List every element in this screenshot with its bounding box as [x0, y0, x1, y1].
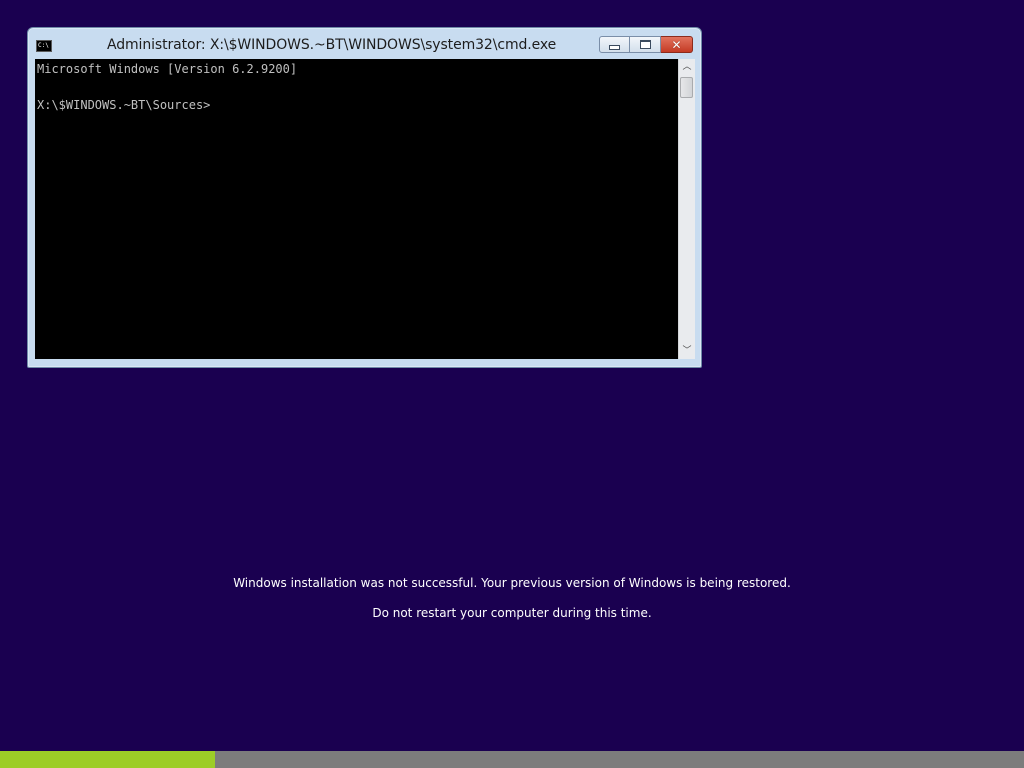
scroll-down-icon[interactable]: ﹀ — [679, 343, 695, 359]
maximize-icon — [639, 40, 651, 49]
scroll-thumb[interactable] — [680, 77, 693, 98]
title-bar[interactable]: C:\ Administrator: X:\$WINDOWS.~BT\WINDO… — [28, 28, 701, 59]
caption-buttons: ✕ — [599, 36, 693, 55]
status-message-failure: Windows installation was not successful.… — [233, 576, 791, 590]
cmd-window[interactable]: C:\ Administrator: X:\$WINDOWS.~BT\WINDO… — [27, 27, 702, 368]
cmd-icon[interactable]: C:\ — [36, 40, 52, 52]
maximize-button[interactable] — [630, 36, 661, 53]
console-text: Microsoft Windows [Version 6.2.9200] X:\… — [37, 62, 298, 112]
scroll-up-icon[interactable]: ︿ — [679, 59, 695, 75]
minimize-button[interactable] — [599, 36, 630, 53]
progress-bar — [0, 751, 1024, 768]
window-title: Administrator: X:\$WINDOWS.~BT\WINDOWS\s… — [107, 37, 557, 53]
vertical-scrollbar[interactable]: ︿ ﹀ — [678, 59, 695, 359]
minimize-icon — [609, 45, 620, 50]
close-icon: ✕ — [671, 37, 682, 52]
console-output[interactable]: Microsoft Windows [Version 6.2.9200] X:\… — [35, 59, 678, 359]
status-message-warning: Do not restart your computer during this… — [372, 606, 652, 620]
close-button[interactable]: ✕ — [661, 36, 693, 53]
cmd-icon-text: C:\ — [38, 42, 49, 49]
progress-fill — [0, 751, 216, 768]
